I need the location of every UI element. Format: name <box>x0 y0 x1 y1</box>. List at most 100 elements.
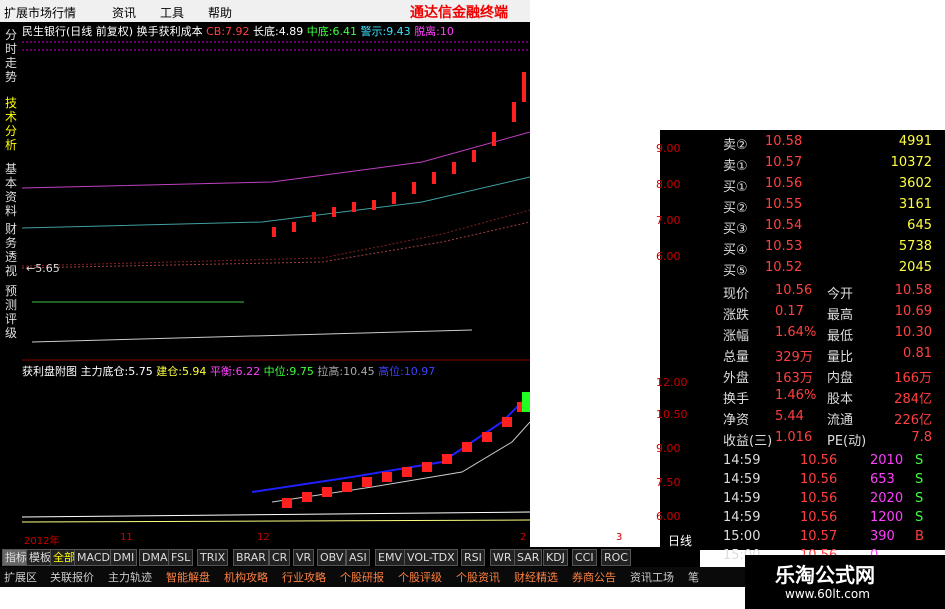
quote-label: 股本 <box>827 392 854 407</box>
cb-label: CB: <box>206 25 226 38</box>
nav-tab-timeshare[interactable]: 分时走势 <box>2 28 20 84</box>
midbase-value: 6.41 <box>332 25 357 38</box>
tick-time: 14:59 <box>723 472 761 487</box>
candle <box>522 72 526 102</box>
status-tab[interactable]: 财经精选 <box>514 569 558 585</box>
tick-volume: 653 <box>870 472 895 487</box>
status-tab[interactable]: 笔 <box>688 569 699 585</box>
orderbook-label: 买③ <box>723 222 748 237</box>
quote-label: 今开 <box>827 287 854 302</box>
status-tab[interactable]: 机构攻略 <box>224 569 268 585</box>
axis-tick: 7.00 <box>656 214 681 227</box>
tick-price: 10.56 <box>800 510 838 525</box>
quote-value: 0.81 <box>903 346 932 361</box>
pull-value: 10.45 <box>343 365 375 378</box>
status-tab[interactable]: 资讯工场 <box>630 569 674 585</box>
status-tab[interactable]: 主力轨迹 <box>108 569 152 585</box>
watermark-url: www.60lt.com <box>785 587 870 601</box>
axis-tick: 6.00 <box>656 250 681 263</box>
candle <box>372 200 376 210</box>
candle <box>492 132 496 146</box>
ma-line-cyan <box>22 176 530 229</box>
indicator-tabs: 指标 模板 全部 MACD DMI DMA FSL TRIX BRAR CR VR OBV ASI EMV… <box>0 547 700 567</box>
indicator-tab[interactable]: CR <box>269 549 291 566</box>
status-tab[interactable]: 关联报价 <box>50 569 94 585</box>
quote-value: 284亿 <box>894 392 932 407</box>
orderbook-price: 10.56 <box>765 176 803 191</box>
indicator-tab[interactable]: BRAR <box>233 549 269 566</box>
sub-line-white <box>22 511 530 518</box>
indicator-tab[interactable]: DMI <box>110 549 138 566</box>
menu-expand-market[interactable]: 扩展市场行情 <box>4 4 76 21</box>
indicator-tab[interactable]: WR <box>490 549 515 566</box>
indicator-tab[interactable]: OBV <box>317 549 347 566</box>
time-tick: 2 <box>520 532 527 543</box>
orderbook-volume: 3161 <box>898 197 932 212</box>
nav-tab-forecast[interactable]: 预测评级 <box>2 284 20 340</box>
indicator-tab[interactable]: FSL <box>168 549 194 566</box>
status-tab[interactable]: 扩展区 <box>4 569 37 585</box>
kline-chart[interactable] <box>22 22 530 547</box>
ma-line-magenta <box>22 131 530 189</box>
quote-label: PE(动) <box>827 434 867 449</box>
sub-bar <box>402 467 412 477</box>
indicator-tab[interactable]: MACD <box>74 549 113 566</box>
orderbook-label: 买② <box>723 201 748 216</box>
menu-news[interactable]: 资讯 <box>112 4 136 21</box>
quote-label: 总量 <box>723 350 750 365</box>
quote-label: 量比 <box>827 350 854 365</box>
orderbook-label: 买① <box>723 180 748 195</box>
tick-time: 14:59 <box>723 491 761 506</box>
indicator-tab[interactable]: SAR <box>514 549 543 566</box>
indicator-tab[interactable]: ASI <box>346 549 370 566</box>
tick-price: 10.57 <box>800 529 838 544</box>
tick-time: 15:00 <box>723 529 761 544</box>
indicator-tab[interactable]: KDJ <box>543 549 568 566</box>
axis-tick: 9.00 <box>656 142 681 155</box>
time-tick: 12 <box>257 532 270 543</box>
quote-value: 10.30 <box>894 325 932 340</box>
orderbook-price: 10.52 <box>765 260 803 275</box>
quote-value: 329万 <box>775 350 813 365</box>
axis-tick: 10.50 <box>656 408 688 421</box>
indicator-tab[interactable]: VR <box>293 549 315 566</box>
nav-tab-basic-info[interactable]: 基本资料 <box>2 162 20 218</box>
indicator-tab[interactable]: VOL-TDX <box>404 549 458 566</box>
app-title: 通达信金融终端 <box>410 5 508 21</box>
indicator-tab[interactable]: TRIX <box>197 549 229 566</box>
status-tab[interactable]: 个股资讯 <box>456 569 500 585</box>
indicator-name: 换手获利成本 <box>136 25 203 38</box>
quote-row: 总量 329万 量比 0.81 <box>695 344 940 365</box>
indicator-tab[interactable]: RSI <box>461 549 485 566</box>
indicator-tab[interactable]: DMA <box>139 549 171 566</box>
status-tab[interactable]: 个股评级 <box>398 569 442 585</box>
quote-value: 10.58 <box>894 283 932 298</box>
nav-tab-finance[interactable]: 财务透视 <box>2 222 20 278</box>
axis-tick: 8.00 <box>656 178 681 191</box>
indicator-tab[interactable]: CCI <box>572 549 597 566</box>
cb-value: 7.92 <box>225 25 250 38</box>
price-axis: 9.00 8.00 7.00 6.00 12.00 10.50 9.00 7.5… <box>656 130 695 550</box>
indicator-tab[interactable]: ROC <box>601 549 631 566</box>
menu-tools[interactable]: 工具 <box>160 4 184 21</box>
menu-help[interactable]: 帮助 <box>208 4 232 21</box>
status-tab[interactable]: 券商公告 <box>572 569 616 585</box>
watermark: 乐淘公式网 www.60lt.com <box>745 555 945 609</box>
status-tab[interactable]: 智能解盘 <box>166 569 210 585</box>
orderbook-volume: 4991 <box>898 134 932 149</box>
tick-flag: S <box>915 510 924 525</box>
build-label: 建仓: <box>156 365 182 378</box>
tick-flag: B <box>915 529 924 544</box>
menu-bar: 扩展市场行情 资讯 工具 帮助 通达信金融终端 <box>0 0 530 23</box>
orderbook-price: 10.55 <box>765 197 803 212</box>
status-tab[interactable]: 个股研报 <box>340 569 384 585</box>
period-label[interactable]: 日线 <box>668 532 693 549</box>
orderbook-label: 卖① <box>723 159 748 174</box>
tick-row: 14:59 10.56 653 S <box>695 470 940 491</box>
orderbook-price: 10.54 <box>765 218 803 233</box>
indicator-tab[interactable]: EMV <box>375 549 405 566</box>
nav-tab-technical[interactable]: 技术分析 <box>2 96 20 152</box>
status-tab[interactable]: 行业攻略 <box>282 569 326 585</box>
orderbook-row: 买① 10.56 3602 <box>695 174 940 195</box>
sub-bar <box>302 492 312 502</box>
